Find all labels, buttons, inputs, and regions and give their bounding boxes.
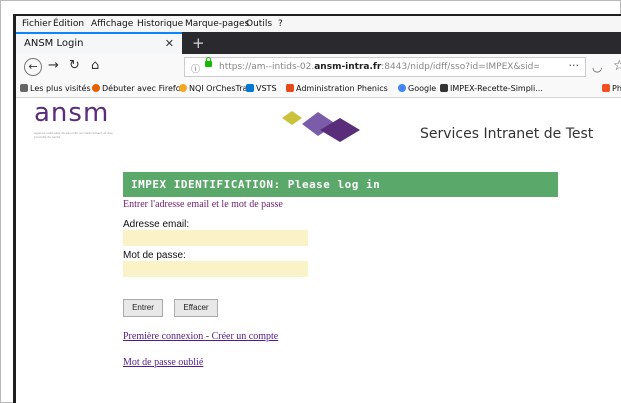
bookmark-item[interactable]: Administration Phenics <box>286 84 388 93</box>
bookmark-item[interactable]: Ph <box>602 84 621 93</box>
page-content: ansm Agence nationale de sécurité du méd… <box>16 98 621 403</box>
form-instruction: Entrer l'adresse email et le mot de pass… <box>123 199 283 210</box>
new-tab-icon[interactable]: + <box>192 34 205 52</box>
bookmark-item[interactable]: Google <box>398 84 436 93</box>
logo-tagline: Agence nationale de sécurité du médicame… <box>34 131 113 139</box>
globe-icon <box>179 84 187 92</box>
bookmark-star-icon[interactable]: ☆ <box>613 58 621 74</box>
bookmark-item[interactable]: NQI OrChesTra <box>179 84 247 93</box>
bookmark-item[interactable]: Les plus visités <box>20 84 91 93</box>
pocket-icon[interactable]: ◡ <box>592 60 602 74</box>
windows-icon <box>602 84 610 92</box>
diamond-decoration-icon <box>282 111 360 142</box>
bookmark-item[interactable]: VSTS <box>246 84 277 93</box>
menu-outils[interactable]: Outils <box>246 19 272 29</box>
forgot-password-link[interactable]: Mot de passe oublié <box>123 357 203 368</box>
password-label: Mot de passe: <box>123 250 186 261</box>
tab-strip: ANSM Login ✕ + <box>16 32 621 54</box>
menu-edition[interactable]: Édition <box>53 19 84 29</box>
monitor-icon <box>440 84 448 92</box>
menu-fichier[interactable]: Fichier <box>22 19 51 29</box>
url-text: https://am--intids-02.ansm-intra.fr:8443… <box>219 62 539 72</box>
tab-ansm-login[interactable]: ANSM Login ✕ <box>16 32 182 54</box>
menu-affichage[interactable]: Affichage <box>91 19 133 29</box>
menu-historique[interactable]: Historique <box>137 19 183 29</box>
banner-title: Services Intranet de Test <box>420 126 594 142</box>
create-account-link[interactable]: Première connexion - Créer un compte <box>123 331 278 342</box>
email-label: Adresse email: <box>123 219 190 230</box>
address-bar[interactable]: ⓘ https://am--intids-02.ansm-intra.fr:84… <box>184 57 586 77</box>
password-field[interactable] <box>123 261 308 277</box>
google-icon <box>398 84 406 92</box>
close-icon[interactable]: ✕ <box>165 37 174 50</box>
submit-button[interactable]: Entrer <box>123 299 163 317</box>
gear-icon <box>20 84 28 92</box>
info-icon[interactable]: ⓘ <box>191 62 200 75</box>
reload-icon[interactable]: ↻ <box>69 58 80 74</box>
menu-marque-pages[interactable]: Marque-pages <box>185 19 249 29</box>
firefox-icon <box>92 84 100 92</box>
bookmarks-bar: Les plus visités Débuter avec Firefox NQ… <box>16 80 621 98</box>
tab-title: ANSM Login <box>24 38 84 49</box>
menu-bar: Fichier Édition Affichage Historique Mar… <box>16 16 621 32</box>
bookmark-item[interactable]: IMPEX-Recette-Simpli... <box>440 84 543 93</box>
lock-icon <box>205 57 212 67</box>
clear-button[interactable]: Effacer <box>174 299 218 317</box>
back-icon[interactable]: ← <box>24 58 42 76</box>
form-header: IMPEX IDENTIFICATION: Please log in <box>123 172 558 197</box>
bookmark-item[interactable]: Débuter avec Firefox <box>92 84 185 93</box>
email-field[interactable] <box>123 230 308 246</box>
navigation-bar: ← → ↻ ⌂ ⓘ https://am--intids-02.ansm-int… <box>16 54 621 81</box>
page-actions-icon[interactable]: ··· <box>569 59 580 72</box>
menu-help[interactable]: ? <box>278 19 283 29</box>
office-icon <box>286 84 294 92</box>
vsts-icon <box>246 84 254 92</box>
ansm-logo: ansm <box>34 98 110 128</box>
home-icon[interactable]: ⌂ <box>91 58 99 74</box>
forward-icon[interactable]: → <box>48 58 59 74</box>
